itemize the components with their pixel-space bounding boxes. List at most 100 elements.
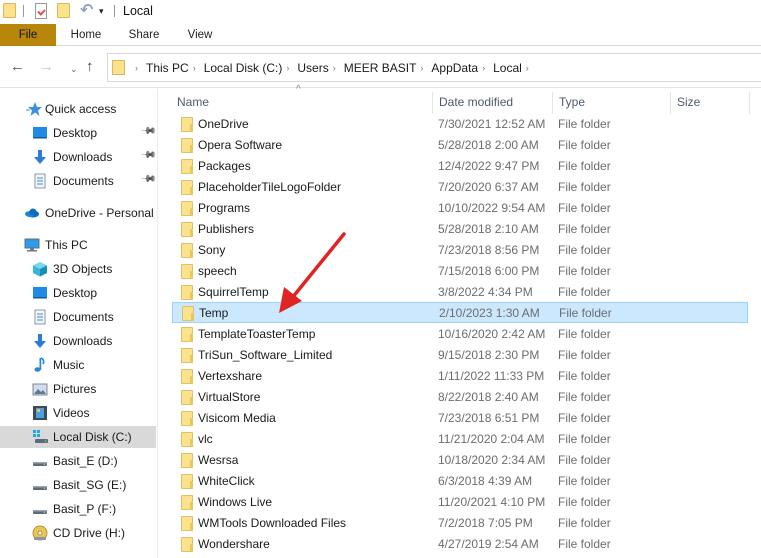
sidebar-item-videos[interactable]: Videos [0,402,156,424]
sidebar-item-onedrive-personal[interactable]: OneDrive - Personal [0,202,156,224]
folder-icon [181,180,193,195]
file-name: Vertexshare [198,369,263,383]
sidebar-item-basit-e-d[interactable]: Basit_E (D:) [0,450,156,472]
file-row[interactable]: Publishers 5/28/2018 2:10 AM File folder [172,219,748,240]
sidebar-item-this-pc[interactable]: This PC [0,234,156,256]
sidebar-item-desktop[interactable]: Desktop [0,282,156,304]
file-row[interactable]: Packages 12/4/2022 9:47 PM File folder [172,156,748,177]
file-row[interactable]: Visicom Media 7/23/2018 6:51 PM File folde… [172,408,748,429]
file-row[interactable]: Wesrsa 10/18/2020 2:34 AM File folder [172,450,748,471]
file-row[interactable]: Sony 7/23/2018 8:56 PM File folder [172,240,748,261]
star-icon [26,101,42,117]
file-row[interactable]: Programs 10/10/2022 9:54 AM File folder [172,198,748,219]
file-name: SquirrelTemp [198,285,269,299]
tab-share[interactable]: Share [118,24,170,46]
column-header: Name Date modified Type Size [170,90,761,114]
sidebar-item-music[interactable]: Music [0,354,156,376]
file-type: File folder [558,285,611,299]
file-row[interactable]: Wondershare 4/27/2019 2:54 AM File folder [172,534,748,555]
sidebar-item-documents[interactable]: Documents [0,306,156,328]
file-row[interactable]: Opera Software 5/28/2018 2:00 AM File fold… [172,135,748,156]
recent-locations-chevron-icon[interactable]: ⌄ [70,60,78,78]
breadcrumb-chevron-icon[interactable]: › [135,63,138,73]
breadcrumb-chevron-icon[interactable]: › [286,63,289,73]
file-name: WMTools Downloaded Files [198,516,347,530]
file-row[interactable]: VirtualStore 8/22/2018 2:40 AM File folder [172,387,748,408]
sidebar-item-3d-objects[interactable]: 3D Objects [0,258,156,280]
file-row[interactable]: vlc 11/21/2020 2:04 AM File folder [172,429,748,450]
undo-icon[interactable]: ↶ [80,2,93,20]
pin-icon[interactable]: 📌 [140,123,157,140]
file-type: File folder [558,264,611,278]
file-row[interactable]: speech 7/15/2018 6:00 PM File folder [172,261,748,282]
breadcrumb-chevron-icon[interactable]: › [526,63,529,73]
breadcrumb-item[interactable]: Local [493,61,522,75]
breadcrumb-item[interactable]: Local Disk (C:) [204,61,283,75]
sidebar-item-basit-sg-e[interactable]: Basit_SG (E:) [0,474,156,496]
sidebar-item-downloads[interactable]: Downloads 📌 [0,146,157,168]
sidebar-item-local-disk-c[interactable]: Local Disk (C:) [0,426,156,448]
pictures-icon [32,381,48,397]
pin-icon[interactable]: 📌 [140,171,157,188]
sidebar-item-cd-drive-h[interactable]: CD Drive (H:) [0,522,156,544]
breadcrumb-chevron-icon[interactable]: › [482,63,485,73]
column-name[interactable]: Name [170,90,432,114]
drive-icon [32,477,48,493]
file-name: TemplateToasterTemp [198,327,316,341]
column-date-modified[interactable]: Date modified [432,90,552,114]
forward-arrow-icon[interactable]: → [39,58,54,76]
file-date-modified: 7/23/2018 6:51 PM [438,411,540,425]
file-row[interactable]: Windows Live 11/20/2021 4:10 PM File folde… [172,492,748,513]
breadcrumb-item[interactable]: Users [297,61,328,75]
sidebar-item-label: Downloads [53,150,113,164]
this-pc-icon [24,237,40,253]
address-bar[interactable]: › This PC › Local Disk (C:) › Users › MEER BASI… [107,53,761,82]
folder-icon [181,495,193,510]
folder-icon [181,243,193,258]
file-name: vlc [198,432,213,446]
file-date-modified: 4/27/2019 2:54 AM [438,537,539,551]
file-row[interactable]: SquirrelTemp 3/8/2022 4:34 PM File folder [172,282,748,303]
pin-icon[interactable]: 📌 [140,147,157,164]
tab-home[interactable]: Home [58,24,114,46]
sidebar-item-label: Desktop [53,286,98,300]
new-folder-icon[interactable] [57,3,70,18]
file-row[interactable]: TemplateToasterTemp 10/16/2020 2:42 AM Fil… [172,324,748,345]
sidebar-item-documents[interactable]: Documents 📌 [0,170,157,192]
file-row[interactable]: WMTools Downloaded Files 7/2/2018 7:05 PM… [172,513,748,534]
properties-icon[interactable] [35,3,47,19]
sidebar-item-downloads[interactable]: Downloads [0,330,156,352]
tab-file[interactable]: File [0,24,56,46]
up-arrow-icon[interactable]: ↑ [86,58,94,76]
file-row[interactable]: Vertexshare 1/11/2022 11:33 PM File folder [172,366,748,387]
sidebar-item-quick-access[interactable]: Quick access [0,98,156,120]
sidebar-item-label: Pictures [53,382,97,396]
documents-icon [32,173,48,189]
breadcrumb-chevron-icon[interactable]: › [333,63,336,73]
column-size[interactable]: Size [670,90,750,114]
breadcrumb-item[interactable]: AppData [431,61,478,75]
file-row[interactable]: TriSun_Software_Limited 9/15/2018 2:30 PM… [172,345,748,366]
sidebar-item-pictures[interactable]: Pictures [0,378,156,400]
tab-view[interactable]: View [180,24,220,46]
sidebar-item-basit-p-f[interactable]: Basit_P (F:) [0,498,156,520]
file-row[interactable]: WhiteClick 6/3/2018 4:39 AM File folder [172,471,748,492]
cd-drive-icon [32,525,48,541]
breadcrumb-item[interactable]: MEER BASIT [344,61,417,75]
breadcrumb-item[interactable]: This PC [146,61,189,75]
sidebar-item-desktop[interactable]: Desktop 📌 [0,122,157,144]
breadcrumb-chevron-icon[interactable]: › [420,63,423,73]
sidebar-item-label: Quick access [45,102,117,116]
file-name: Windows Live [198,495,273,509]
breadcrumb-chevron-icon[interactable]: › [193,63,196,73]
file-row[interactable]: OneDrive 7/30/2021 12:52 AM File folder [172,114,748,135]
sidebar-item-label: Local Disk (C:) [53,430,132,444]
customize-toolbar-dropdown-icon[interactable]: ▾ [99,6,104,16]
file-date-modified: 7/23/2018 8:56 PM [438,243,540,257]
file-name: Visicom Media [198,411,276,425]
column-type[interactable]: Type [552,90,672,114]
column-divider[interactable] [749,92,750,114]
file-row[interactable]: PlaceholderTileLogoFolder 7/20/2020 6:37 … [172,177,748,198]
back-arrow-icon[interactable]: ← [10,58,25,76]
file-row[interactable]: Temp 2/10/2023 1:30 AM File folder [172,302,748,323]
